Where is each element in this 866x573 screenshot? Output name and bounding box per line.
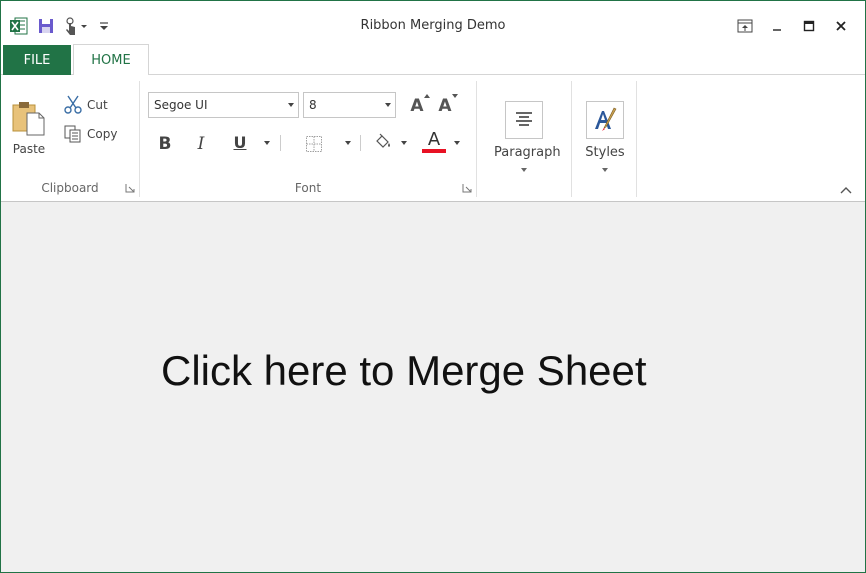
paragraph-label: Paragraph <box>494 145 561 160</box>
fill-color-dropdown-icon[interactable] <box>401 141 407 145</box>
font-family-value: Segoe UI <box>154 98 208 112</box>
borders-dropdown-icon[interactable] <box>345 141 351 145</box>
tab-home[interactable]: HOME <box>73 44 149 76</box>
chevron-down-icon <box>521 168 527 172</box>
ribbon: Paste Cut Copy Clipboard Segoe UI 8 A A … <box>1 75 865 202</box>
bold-button[interactable]: B <box>154 132 176 156</box>
maximize-icon[interactable] <box>793 15 825 37</box>
toolbar-separator <box>280 135 281 151</box>
underline-button[interactable]: U <box>229 130 251 154</box>
shrink-font-icon: A <box>438 94 458 116</box>
window-controls <box>729 15 857 37</box>
ribbon-display-options-icon[interactable] <box>729 15 761 37</box>
minimize-icon[interactable] <box>761 15 793 37</box>
chevron-down-icon <box>381 93 395 117</box>
scissors-icon <box>63 95 83 115</box>
ribbon-tab-strip: FILE HOME <box>1 43 865 76</box>
font-dialog-launcher-icon[interactable] <box>462 183 472 193</box>
italic-button[interactable]: I <box>190 132 212 156</box>
cut-label: Cut <box>87 98 108 112</box>
font-color-bar <box>422 149 446 153</box>
copy-label: Copy <box>87 127 118 141</box>
title-bar: Ribbon Merging Demo <box>1 1 865 43</box>
chevron-down-icon <box>602 168 608 172</box>
align-center-icon <box>505 101 543 139</box>
styles-button[interactable]: Styles <box>575 101 635 172</box>
paste-label: Paste <box>12 142 46 156</box>
application-window: Ribbon Merging Demo FILE HOME Paste Cut … <box>0 0 866 573</box>
copy-icon <box>63 124 83 144</box>
font-group: Segoe UI 8 A A B I U A Font <box>140 75 476 199</box>
fill-color-button[interactable] <box>372 130 394 154</box>
paragraph-button[interactable]: Paragraph <box>494 101 561 172</box>
font-group-label: Font <box>294 181 322 195</box>
group-separator <box>476 81 477 197</box>
grow-font-icon: A <box>410 94 430 116</box>
merge-sheet-link[interactable]: Click here to Merge Sheet <box>161 347 647 395</box>
borders-button[interactable] <box>303 132 325 156</box>
shrink-font-button[interactable]: A <box>434 94 458 118</box>
grow-font-glyph: A <box>410 96 424 116</box>
collapse-ribbon-icon[interactable] <box>839 185 853 195</box>
chevron-down-icon <box>284 93 298 117</box>
copy-button[interactable]: Copy <box>63 123 117 145</box>
group-separator <box>571 81 572 197</box>
font-size-value: 8 <box>309 98 317 112</box>
paste-icon <box>12 102 45 136</box>
styles-icon <box>586 101 624 139</box>
font-family-select[interactable]: Segoe UI <box>148 92 299 118</box>
clipboard-group: Paste Cut Copy Clipboard <box>1 75 139 199</box>
underline-dropdown-icon[interactable] <box>264 141 270 145</box>
shrink-font-glyph: A <box>438 96 452 116</box>
paste-button[interactable]: Paste <box>9 99 49 156</box>
font-color-dropdown-icon[interactable] <box>454 141 460 145</box>
content-area: Click here to Merge Sheet <box>1 202 865 572</box>
styles-label: Styles <box>585 145 625 160</box>
clipboard-dialog-launcher-icon[interactable] <box>125 183 135 193</box>
borders-icon <box>306 136 322 152</box>
close-icon[interactable] <box>825 15 857 37</box>
clipboard-group-label: Clipboard <box>41 181 99 195</box>
grow-font-button[interactable]: A <box>406 94 430 118</box>
font-color-button[interactable]: A <box>422 130 446 154</box>
font-color-icon: A <box>427 129 441 150</box>
paint-bucket-icon <box>376 133 390 148</box>
cut-button[interactable]: Cut <box>63 94 108 116</box>
font-size-select[interactable]: 8 <box>303 92 396 118</box>
group-separator <box>636 81 637 197</box>
tab-file[interactable]: FILE <box>3 45 71 75</box>
toolbar-separator <box>360 135 361 151</box>
